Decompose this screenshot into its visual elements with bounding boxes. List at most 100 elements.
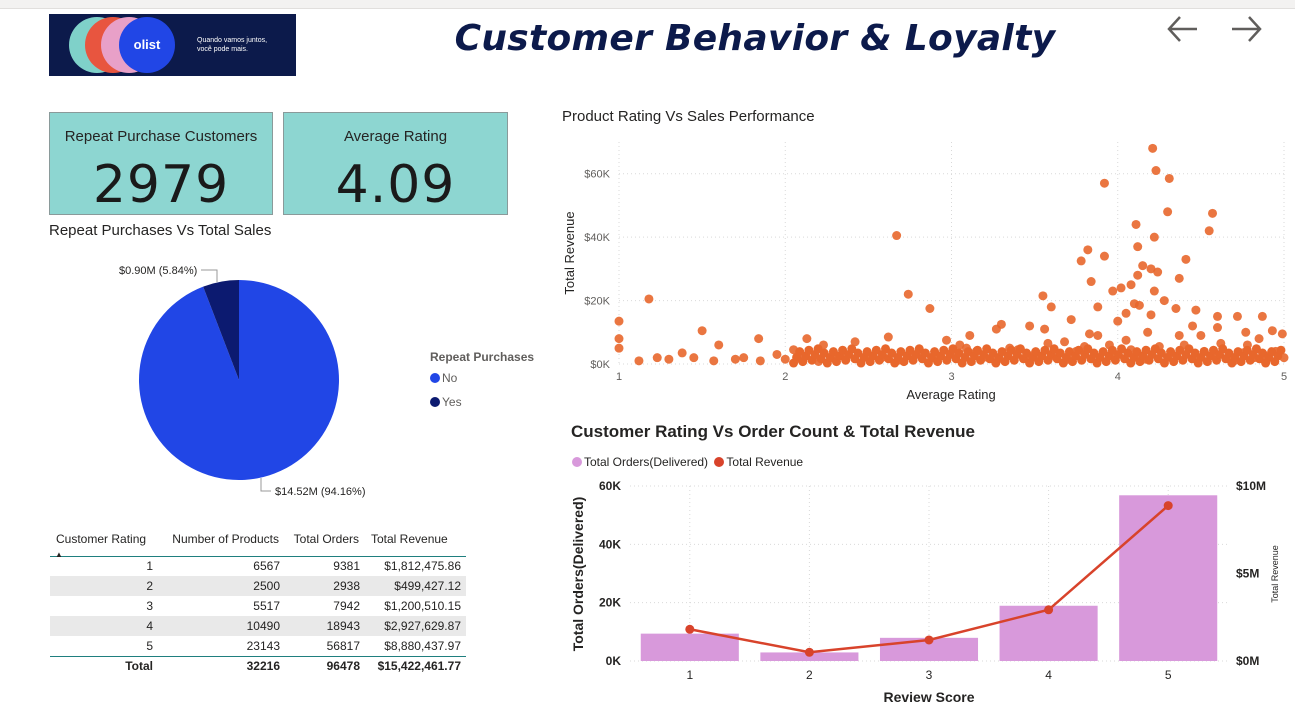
kpi-value: 4.09 — [335, 155, 456, 215]
combo-x-tick: 1 — [686, 668, 693, 682]
table-row[interactable]: 3 5517 7942 $1,200,510.15 — [50, 596, 466, 616]
column-header-orders[interactable]: Total Orders — [285, 528, 365, 557]
scatter-point — [1241, 327, 1251, 337]
scatter-point — [1153, 267, 1163, 277]
scatter-point — [1099, 178, 1109, 188]
legend-dot — [430, 397, 440, 407]
scatter-point — [1174, 273, 1184, 283]
scatter-point — [697, 326, 707, 336]
scatter-point — [1126, 280, 1136, 290]
scatter-point — [925, 304, 935, 313]
logo-wordmark: olist — [134, 37, 161, 52]
scatter-point — [1171, 304, 1181, 313]
scatter-point — [883, 332, 893, 342]
arrow-left-icon — [1167, 16, 1197, 42]
scatter-chart: $0K $20K $40K $60K 1 2 3 4 5 Average Rating Total … — [562, 142, 1289, 402]
scatter-point — [1149, 232, 1159, 242]
scatter-point — [614, 316, 624, 326]
scatter-point — [1277, 329, 1287, 339]
column-header-rating[interactable]: Customer Rating ▲ — [50, 528, 158, 559]
column-header-products[interactable]: Number of Products — [158, 528, 285, 557]
table-row[interactable]: 4 10490 18943 $2,927,629.87 — [50, 616, 466, 636]
combo-x-axis-label: Review Score — [883, 689, 974, 705]
back-button[interactable] — [1163, 10, 1203, 50]
scatter-point — [1148, 143, 1158, 153]
table-row[interactable]: 1 6567 9381 $1,812,475.86 — [50, 556, 466, 576]
column-header-revenue[interactable]: Total Revenue — [365, 528, 466, 557]
pie-leader-line — [260, 478, 271, 492]
kpi-label: Average Rating — [343, 128, 448, 145]
scatter-point — [1134, 300, 1144, 310]
legend-item-yes[interactable]: Yes — [430, 395, 462, 409]
combo-chart: 0K 20K 40K 60K $0M $5M $10M 1 2 3 4 5 Review Score To… — [570, 479, 1280, 705]
scatter-point — [689, 353, 699, 363]
scatter-point — [1138, 261, 1148, 271]
scatter-point — [1113, 316, 1123, 326]
scatter-point — [1038, 291, 1048, 301]
scatter-point — [709, 356, 719, 366]
table-row[interactable]: 5 23143 56817 $8,880,437.97 — [50, 636, 466, 656]
combo-y2-axis-label: Total Revenue — [1270, 545, 1280, 603]
scatter-point — [664, 354, 674, 364]
scatter-point — [1133, 242, 1143, 252]
combo-y2-tick: $5M — [1236, 567, 1259, 581]
pie-chart: $0.90M (5.84%) $14.52M (94.16%) — [119, 265, 366, 498]
scatter-point — [1188, 321, 1198, 331]
scatter-x-tick: 4 — [1115, 371, 1121, 383]
scatter-point — [1159, 296, 1169, 306]
legend-item-no[interactable]: No — [430, 371, 457, 385]
legend-dot — [572, 457, 582, 467]
combo-x-tick: 4 — [1045, 668, 1052, 682]
scatter-point — [1060, 337, 1070, 347]
scatter-y-tick: $40K — [584, 232, 610, 244]
scatter-point — [1046, 302, 1056, 312]
table-row[interactable]: 2 2500 2938 $499,427.12 — [50, 576, 466, 596]
scatter-point — [1121, 335, 1131, 345]
top-bar — [0, 0, 1295, 9]
scatter-point — [802, 334, 812, 344]
scatter-point — [1181, 254, 1191, 264]
scatter-point — [614, 334, 624, 344]
scatter-point — [1133, 270, 1143, 280]
forward-button[interactable] — [1228, 10, 1268, 50]
legend-item-revenue[interactable]: Total Revenue — [711, 455, 803, 469]
scatter-point — [780, 354, 790, 364]
scatter-point — [755, 356, 765, 366]
scatter-point — [991, 324, 1001, 334]
legend-item-orders[interactable]: Total Orders(Delivered) — [572, 455, 708, 469]
scatter-point — [772, 349, 782, 359]
scatter-point — [1174, 330, 1184, 340]
scatter-point — [1146, 310, 1156, 320]
pie-data-label-yes: $0.90M (5.84%) — [119, 265, 197, 277]
pie-data-label-no: $14.52M (94.16%) — [275, 486, 366, 498]
scatter-x-tick: 5 — [1281, 371, 1287, 383]
sort-ascending-icon[interactable]: ▲ — [55, 550, 63, 559]
combo-y-tick: 0K — [606, 654, 622, 668]
scatter-point — [1208, 208, 1218, 218]
scatter-x-axis-label: Average Rating — [906, 387, 995, 402]
scatter-point — [1254, 334, 1264, 344]
kpi-label: Repeat Purchase Customers — [64, 128, 258, 145]
scatter-point — [903, 289, 913, 299]
combo-line-point — [685, 624, 695, 634]
combo-line-point — [804, 647, 814, 657]
scatter-point — [1276, 345, 1286, 355]
scatter-point — [730, 354, 740, 364]
scatter-point — [644, 294, 654, 304]
combo-line-point — [1163, 501, 1173, 511]
scatter-y-tick: $0K — [590, 359, 610, 371]
combo-chart-title: Customer Rating Vs Order Count & Total R… — [571, 422, 975, 441]
scatter-point — [892, 231, 902, 241]
scatter-x-tick: 1 — [616, 371, 622, 383]
pie-chart-title: Repeat Purchases Vs Total Sales — [49, 222, 272, 239]
scatter-point — [1066, 315, 1076, 325]
legend-dot — [430, 373, 440, 383]
combo-y-tick: 20K — [599, 596, 621, 610]
scatter-point — [739, 353, 749, 363]
scatter-point — [1213, 311, 1222, 321]
scatter-point — [1151, 166, 1161, 176]
kpi-value: 2979 — [92, 155, 230, 215]
combo-x-tick: 5 — [1165, 668, 1172, 682]
combo-line-point — [1044, 605, 1054, 615]
legend-label: No — [442, 371, 458, 385]
